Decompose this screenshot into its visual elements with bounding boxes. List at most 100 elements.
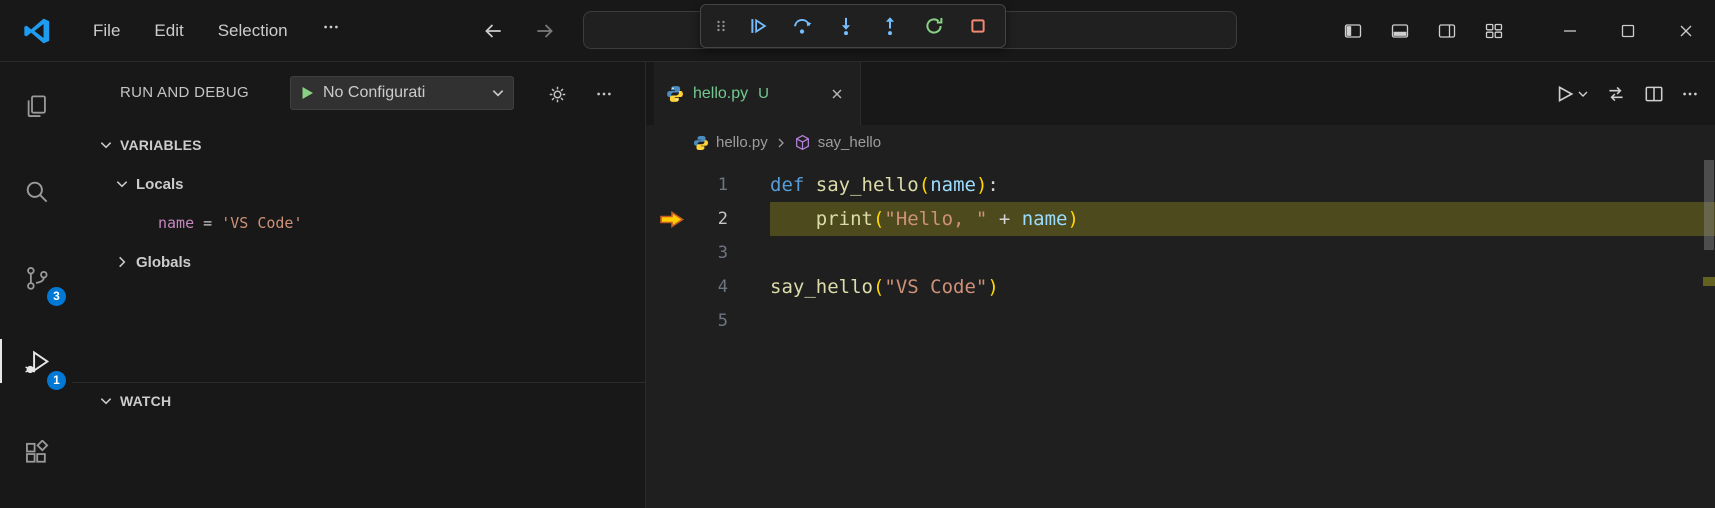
editor-group: hello.py U <box>645 62 1715 508</box>
line-number[interactable]: 5 <box>646 304 728 338</box>
step-into-button[interactable] <box>827 9 865 43</box>
debug-views-more-button[interactable] <box>590 80 618 108</box>
menu-selection[interactable]: Selection <box>201 0 305 61</box>
toggle-panel-button[interactable] <box>1376 0 1423 61</box>
run-and-debug-sidebar: RUN AND DEBUG No Configurati <box>72 62 645 508</box>
editor-more-actions-button[interactable] <box>1679 81 1701 107</box>
variable-row[interactable]: name = 'VS Code' <box>72 204 645 242</box>
chevron-expanded-icon <box>98 138 114 152</box>
editor-scrollbar[interactable] <box>1703 160 1715 508</box>
scrollbar-slider[interactable] <box>1704 160 1714 250</box>
line-number[interactable]: 1 <box>646 168 728 202</box>
code-line[interactable]: 1 def say_hello(name): <box>646 168 1715 202</box>
gripper-icon <box>713 18 729 34</box>
stop-button[interactable] <box>959 9 997 43</box>
activity-extensions[interactable] <box>0 429 72 477</box>
watch-section-header[interactable]: WATCH <box>72 383 645 419</box>
code-line[interactable]: 5 <box>646 304 1715 338</box>
code-editor[interactable]: 1def say_hello(name):2 print("Hello, " +… <box>646 160 1715 338</box>
variables-label: VARIABLES <box>120 137 202 153</box>
restart-button[interactable] <box>915 9 953 43</box>
debug-stop-icon <box>968 16 988 36</box>
line-number[interactable]: 4 <box>646 270 728 304</box>
tab-hello-py[interactable]: hello.py U <box>654 62 861 125</box>
menu-edit[interactable]: Edit <box>137 0 200 61</box>
variable-value: 'VS Code' <box>221 214 302 232</box>
toggle-primary-sidebar-button[interactable] <box>1329 0 1376 61</box>
activity-explorer[interactable] <box>0 82 72 130</box>
run-python-file-button[interactable] <box>1551 81 1591 107</box>
code-text[interactable]: def say_hello(name): <box>770 168 1715 202</box>
gutter[interactable] <box>728 270 770 304</box>
debug-settings-button[interactable] <box>543 80 571 108</box>
customize-layout-button[interactable] <box>1470 0 1517 61</box>
search-icon <box>23 178 50 205</box>
code-text[interactable] <box>770 304 1715 338</box>
tab-close-button[interactable] <box>826 83 848 105</box>
layout-sidebar-right-icon <box>1437 21 1457 41</box>
source-control-badge: 3 <box>47 287 66 306</box>
minimize-button[interactable] <box>1541 0 1599 61</box>
arrow-left-icon <box>482 20 504 42</box>
breadcrumb-symbol[interactable]: say_hello <box>818 134 881 151</box>
debug-toolbar <box>700 4 1006 48</box>
locals-scope-row[interactable]: Locals <box>72 166 645 202</box>
code-line[interactable]: 3 <box>646 236 1715 270</box>
menu-overflow-button[interactable] <box>305 0 357 61</box>
debug-step-out-icon <box>880 16 900 36</box>
menu-file[interactable]: File <box>76 0 137 61</box>
toggle-secondary-sidebar-button[interactable] <box>1423 0 1470 61</box>
open-changes-button[interactable] <box>1603 81 1629 107</box>
gutter[interactable] <box>728 304 770 338</box>
variables-section-header[interactable]: VARIABLES <box>72 128 645 162</box>
debug-config-select[interactable]: No Configurati <box>323 84 491 102</box>
maximize-icon <box>1618 21 1638 41</box>
ellipsis-icon <box>595 85 613 103</box>
python-icon <box>666 85 684 103</box>
breadcrumb-file[interactable]: hello.py <box>716 134 768 151</box>
arrow-right-icon <box>534 20 556 42</box>
play-icon <box>299 85 315 101</box>
close-window-button[interactable] <box>1657 0 1715 61</box>
workbench: 3 1 <box>0 62 1715 508</box>
activity-search[interactable] <box>0 167 72 215</box>
gutter[interactable] <box>728 202 770 236</box>
layout-sidebar-left-icon <box>1343 21 1363 41</box>
maximize-button[interactable] <box>1599 0 1657 61</box>
activity-run-and-debug[interactable]: 1 <box>0 337 72 385</box>
minimize-icon <box>1560 21 1580 41</box>
toolbar-drag-handle[interactable] <box>709 9 733 43</box>
code-text[interactable]: print("Hello, " + name) <box>770 202 1715 236</box>
line-number[interactable]: 3 <box>646 236 728 270</box>
go-back-button[interactable] <box>478 16 508 46</box>
watch-label: WATCH <box>120 393 171 409</box>
globals-scope-row[interactable]: Globals <box>72 244 645 280</box>
gutter[interactable] <box>728 236 770 270</box>
code-text[interactable]: say_hello("VS Code") <box>770 270 1715 304</box>
code-line[interactable]: 2 print("Hello, " + name) <box>646 202 1715 236</box>
tab-filename: hello.py <box>693 85 748 103</box>
tab-bar: hello.py U <box>646 62 1715 125</box>
start-debugging-button[interactable] <box>299 85 315 101</box>
activity-bar: 3 1 <box>0 62 72 508</box>
split-editor-button[interactable] <box>1641 81 1667 107</box>
sidebar-title: RUN AND DEBUG <box>120 84 249 101</box>
step-over-button[interactable] <box>783 9 821 43</box>
debug-badge: 1 <box>47 371 66 390</box>
code-line[interactable]: 4 say_hello("VS Code") <box>646 270 1715 304</box>
go-forward-button[interactable] <box>530 16 560 46</box>
vscode-logo-icon <box>22 16 52 46</box>
layout-controls <box>1329 0 1517 61</box>
close-icon <box>830 87 844 101</box>
symbol-method-icon <box>794 134 811 151</box>
continue-button[interactable] <box>739 9 777 43</box>
code-text[interactable] <box>770 236 1715 270</box>
overview-ruler-current-line-mark <box>1703 277 1715 286</box>
ellipsis-icon <box>322 18 340 36</box>
activity-source-control[interactable]: 3 <box>0 253 72 301</box>
extensions-icon <box>23 440 50 467</box>
line-number[interactable]: 2 <box>646 202 728 236</box>
step-out-button[interactable] <box>871 9 909 43</box>
run-and-debug-icon <box>22 347 51 376</box>
gutter[interactable] <box>728 168 770 202</box>
